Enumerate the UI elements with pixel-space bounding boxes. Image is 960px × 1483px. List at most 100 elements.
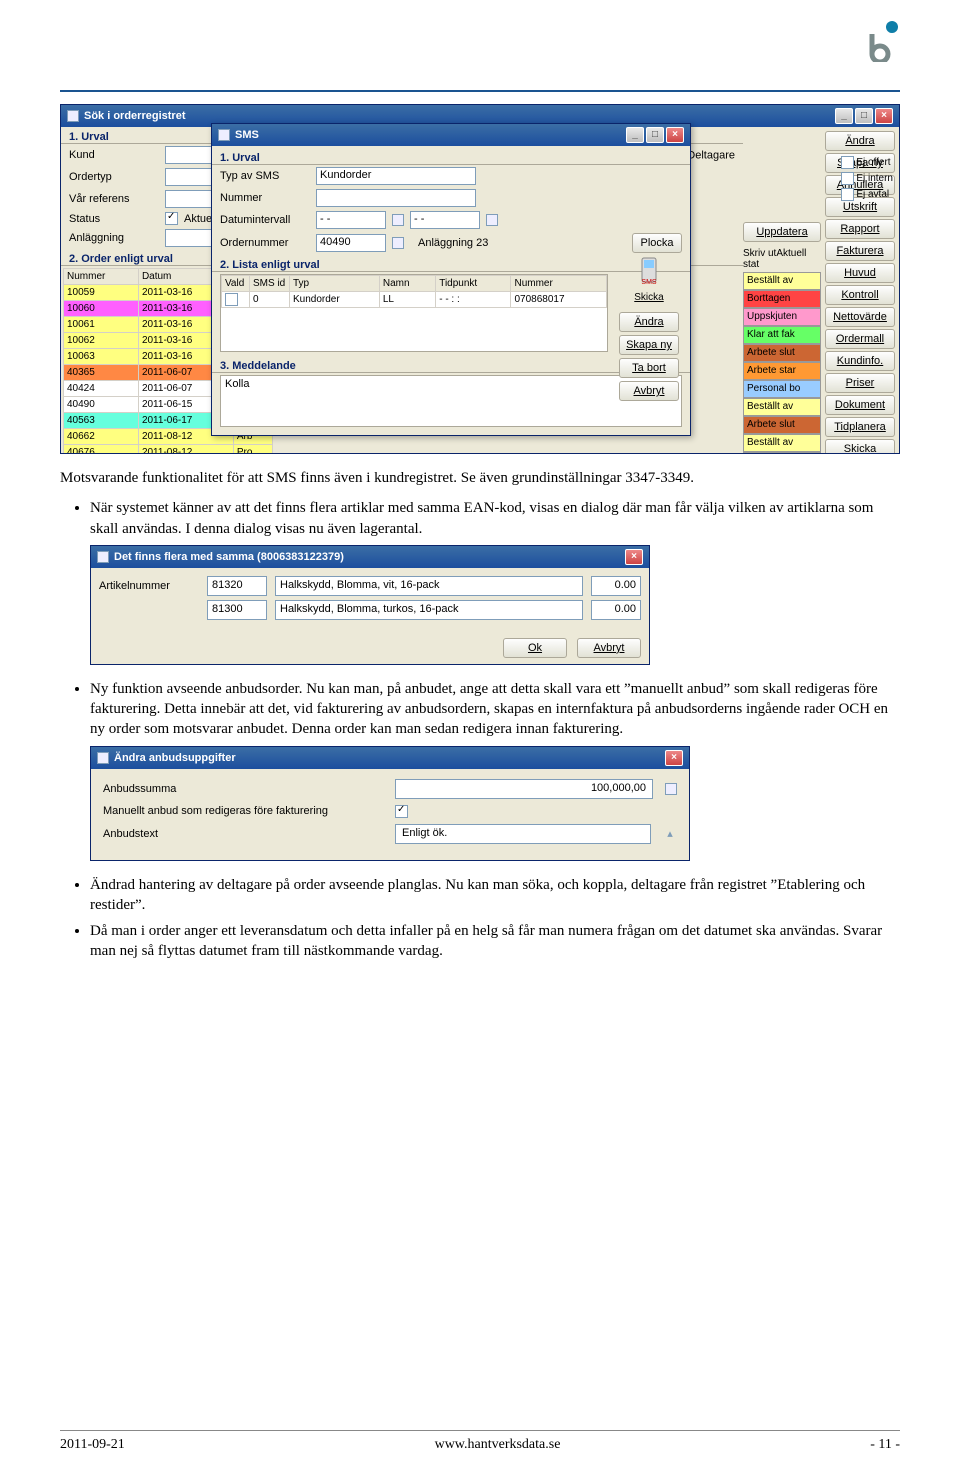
huvud-button[interactable]: Huvud: [825, 263, 895, 283]
sms-typ-select[interactable]: Kundorder: [316, 167, 476, 185]
dlg2-r1-nr[interactable]: 81320: [207, 576, 267, 596]
dlg2-cancel-button[interactable]: Avbryt: [577, 638, 641, 658]
ej-offert-check[interactable]: [841, 156, 854, 169]
col-nummer[interactable]: Nummer: [64, 269, 139, 285]
nettov-rde-button[interactable]: Nettovärde: [825, 307, 895, 327]
close-btn[interactable]: ×: [875, 108, 893, 124]
dlg3-v1[interactable]: 100,000,00: [395, 779, 653, 799]
sms-datum-label: Datumintervall: [220, 214, 310, 226]
search-icon[interactable]: [392, 237, 404, 249]
dlg2-r2-qty: 0.00: [591, 600, 641, 620]
footer-url: www.hantverksdata.se: [435, 1437, 561, 1453]
status-chip: Arbete star: [743, 362, 821, 380]
dlg3-icon: [97, 752, 109, 764]
varreferens-label: Vår referens: [69, 193, 159, 205]
status-chip: Beställt av: [743, 398, 821, 416]
sms-list: Vald SMS id Typ Namn Tidpunkt Nummer 0 K…: [220, 274, 608, 352]
aktuell-check[interactable]: [165, 212, 178, 225]
table-row[interactable]: 406762011-08-12Pro: [64, 445, 273, 455]
status-chip: Beställt av: [743, 452, 821, 454]
sms-list-row[interactable]: 0 Kundorder LL - - : : 070868017: [222, 292, 607, 308]
status-chip: Klar att fak: [743, 326, 821, 344]
sms-ta-bort-button[interactable]: Ta bort: [619, 358, 679, 378]
dlg2-icon: [97, 551, 109, 563]
calc-icon[interactable]: [665, 783, 677, 795]
skrivut-label: Skriv utAktuell stat: [743, 246, 821, 272]
dlg3-manual-check[interactable]: [395, 805, 408, 818]
sms-date2[interactable]: - -: [410, 211, 480, 229]
ej-avtal-label: Ej avtal: [856, 189, 889, 200]
dlg2-r1-qty: 0.00: [591, 576, 641, 596]
status-label: Status: [69, 213, 159, 225]
calendar-icon-2[interactable]: [486, 214, 498, 226]
sms-minimize-btn[interactable]: _: [626, 127, 644, 143]
ordertyp-label: Ordertyp: [69, 171, 159, 183]
sms-ordernr-label: Ordernummer: [220, 237, 310, 249]
sms-typ-label: Typ av SMS: [220, 170, 310, 182]
lcol-namn[interactable]: Namn: [379, 276, 435, 292]
calendar-icon[interactable]: [392, 214, 404, 226]
kontroll-button[interactable]: Kontroll: [825, 285, 895, 305]
priser-button[interactable]: Priser: [825, 373, 895, 393]
sms-message-area[interactable]: Kolla: [220, 375, 682, 427]
fakturera-button[interactable]: Fakturera: [825, 241, 895, 261]
scroll-up-icon[interactable]: ▴: [663, 827, 677, 840]
deltagare-label: Deltagare: [687, 149, 735, 161]
lcol-typ[interactable]: Typ: [290, 276, 380, 292]
sms-titlebar: SMS _ □ ×: [212, 124, 690, 146]
sms-nummer-input[interactable]: [316, 189, 476, 207]
ean-dialog: Det finns flera med samma (8006383122379…: [90, 545, 650, 665]
ej-avtal-check[interactable]: [841, 188, 854, 201]
status-chip: Beställt av: [743, 272, 821, 290]
dlg3-l2: Manuellt anbud som redigeras före faktur…: [103, 805, 383, 817]
ej-offert-label: Ej offert: [856, 157, 890, 168]
sms-ändra-button[interactable]: Ändra: [619, 312, 679, 332]
dlg2-r2-nr[interactable]: 81300: [207, 600, 267, 620]
status-chip: Arbete slut: [743, 416, 821, 434]
maximize-btn[interactable]: □: [855, 108, 873, 124]
ej-intern-label: Ej intern: [856, 173, 893, 184]
skicka-sms-button[interactable]: Skicka SMS: [825, 439, 895, 454]
minimize-btn[interactable]: _: [835, 108, 853, 124]
ordermall-button[interactable]: Ordermall: [825, 329, 895, 349]
kundinfo--button[interactable]: Kundinfo.: [825, 351, 895, 371]
status-chip: Beställt av: [743, 434, 821, 452]
uppdatera-button[interactable]: Uppdatera: [743, 222, 821, 242]
sms-close-btn[interactable]: ×: [666, 127, 684, 143]
dlg2-title: Det finns flera med samma (8006383122379…: [114, 551, 344, 563]
dlg3-title: Ändra anbudsuppgifter: [114, 752, 236, 764]
sms-nummer-label: Nummer: [220, 192, 310, 204]
order-register-window: Sök i orderregistret _ □ × 1. Urval Kund…: [60, 104, 900, 454]
-ndra-button[interactable]: Ändra: [825, 131, 895, 151]
dlg2-ok-button[interactable]: Ok: [503, 638, 567, 658]
sms-date1[interactable]: - -: [316, 211, 386, 229]
dlg2-r2-desc[interactable]: Halkskydd, Blomma, turkos, 16-pack: [275, 600, 583, 620]
dlg2-r1-desc[interactable]: Halkskydd, Blomma, vit, 16-pack: [275, 576, 583, 596]
sms-skapa-ny-button[interactable]: Skapa ny: [619, 335, 679, 355]
dlg3-v3[interactable]: Enligt ök.: [395, 824, 651, 844]
lcol-tidpunkt[interactable]: Tidpunkt: [436, 276, 511, 292]
lcol-vald[interactable]: Vald: [222, 276, 250, 292]
plocka-button[interactable]: Plocka: [632, 233, 682, 253]
footer-date: 2011-09-21: [60, 1437, 125, 1453]
window-title: Sök i orderregistret: [84, 110, 185, 122]
page-footer: 2011-09-21 www.hantverksdata.se - 11 -: [60, 1430, 900, 1453]
ej-intern-check[interactable]: [841, 172, 854, 185]
dokument-button[interactable]: Dokument: [825, 395, 895, 415]
lcol-nummer[interactable]: Nummer: [511, 276, 607, 292]
lcol-smsid[interactable]: SMS id: [250, 276, 290, 292]
sms-avbryt-button[interactable]: Avbryt: [619, 381, 679, 401]
sms-ordernr-input[interactable]: 40490: [316, 234, 386, 252]
anlaggning-label: Anläggning: [69, 232, 159, 244]
kund-label: Kund: [69, 149, 159, 161]
tidplanera-button[interactable]: Tidplanera: [825, 417, 895, 437]
dlg3-close[interactable]: ×: [665, 750, 683, 766]
sms-row-check[interactable]: [225, 293, 238, 306]
sms-maximize-btn[interactable]: □: [646, 127, 664, 143]
sms-window: SMS _ □ × 1. Urval Typ av SMSKundorder N…: [211, 123, 691, 436]
rapport-button[interactable]: Rapport: [825, 219, 895, 239]
skicka-link[interactable]: Skicka: [634, 292, 663, 303]
dlg2-close[interactable]: ×: [625, 549, 643, 565]
bullet-1: När systemet känner av att det finns fle…: [90, 498, 900, 539]
footer-page: - 11 -: [870, 1437, 900, 1453]
